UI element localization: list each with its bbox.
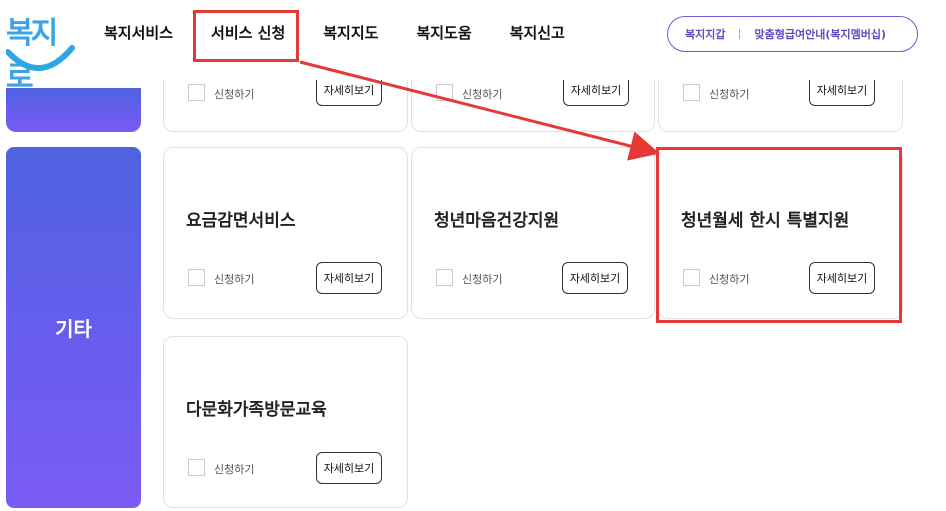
detail-button[interactable]: 자세히보기: [316, 262, 382, 294]
category-label: 기타: [55, 317, 92, 341]
apply-label: 신청하기: [462, 88, 503, 101]
apply-checkbox[interactable]: [188, 84, 205, 101]
divider: [739, 29, 741, 39]
apply-label: 신청하기: [462, 273, 503, 286]
card-highlight-box: [656, 147, 902, 323]
apply-checkbox[interactable]: [188, 269, 205, 286]
logo[interactable]: 복지로: [6, 8, 76, 95]
nav-welfare-services[interactable]: 복지서비스: [104, 22, 173, 43]
service-card: 요금감면서비스 신청하기 자세히보기: [163, 147, 408, 319]
service-card-partial: 신청하기 자세히보기: [163, 80, 408, 132]
card-title: 청년마음건강지원: [434, 211, 560, 231]
nav-welfare-report[interactable]: 복지신고: [510, 22, 565, 43]
detail-button[interactable]: 자세히보기: [809, 80, 875, 106]
apply-label: 신청하기: [214, 273, 255, 286]
main-nav: 복지서비스 서비스 신청 복지지도 복지도움 복지신고: [104, 22, 603, 43]
detail-button[interactable]: 자세히보기: [562, 262, 628, 294]
service-card-partial: 신청하기 자세히보기: [411, 80, 655, 132]
category-tab-previous[interactable]: [6, 88, 141, 132]
apply-checkbox[interactable]: [436, 269, 453, 286]
apply-label: 신청하기: [214, 88, 255, 101]
apply-label: 신청하기: [214, 463, 255, 476]
header: 복지로 복지서비스 서비스 신청 복지지도 복지도움 복지신고 복지지갑 맞춤형…: [0, 0, 946, 95]
card-title: 요금감면서비스: [186, 211, 296, 231]
apply-checkbox[interactable]: [436, 84, 453, 101]
apply-label: 신청하기: [709, 88, 750, 101]
nav-welfare-map[interactable]: 복지지도: [323, 22, 378, 43]
service-card: 청년마음건강지원 신청하기 자세히보기: [411, 147, 655, 319]
apply-checkbox[interactable]: [188, 459, 205, 476]
service-card-partial: 신청하기 자세히보기: [658, 80, 903, 132]
utility-links: 복지지갑 맞춤형급여안내(복지멤버십): [667, 16, 918, 52]
card-title: 다문화가족방문교육: [186, 400, 327, 420]
custom-benefit-guide-link[interactable]: 맞춤형급여안내(복지멤버십): [754, 26, 886, 42]
service-card: 다문화가족방문교육 신청하기 자세히보기: [163, 336, 408, 508]
smile-icon: [6, 45, 75, 71]
detail-button[interactable]: 자세히보기: [316, 80, 382, 106]
detail-button[interactable]: 자세히보기: [316, 452, 382, 484]
detail-button[interactable]: 자세히보기: [563, 80, 629, 106]
apply-checkbox[interactable]: [683, 84, 700, 101]
nav-welfare-help[interactable]: 복지도움: [416, 22, 471, 43]
nav-highlight-box: [193, 10, 299, 62]
welfare-wallet-link[interactable]: 복지지갑: [685, 26, 725, 42]
category-tab-etc[interactable]: 기타: [6, 147, 141, 508]
